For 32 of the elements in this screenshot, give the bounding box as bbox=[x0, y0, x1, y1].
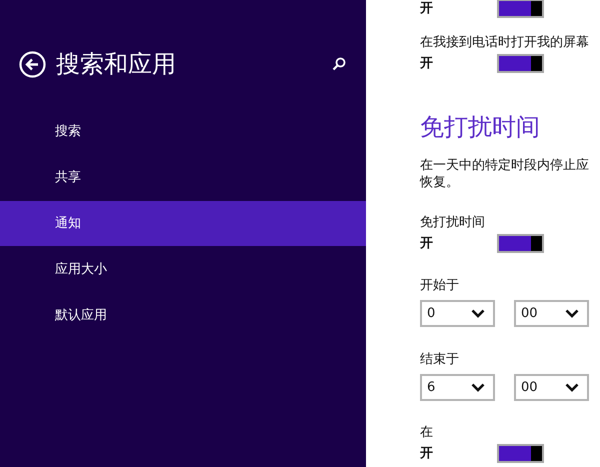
sidebar-item[interactable]: 共享 bbox=[0, 155, 366, 200]
page-title: 搜索和应用 bbox=[56, 50, 177, 78]
sidebar-item[interactable]: 应用大小 bbox=[0, 247, 366, 292]
setting-label: 在我接到电话时打开我的屏幕 bbox=[420, 34, 589, 52]
toggle-switch[interactable] bbox=[497, 0, 544, 18]
description-text: 恢复。 bbox=[420, 174, 459, 191]
search-icon[interactable] bbox=[332, 57, 346, 71]
sidebar-item[interactable]: 默认应用 bbox=[0, 293, 366, 338]
chevron-icon bbox=[471, 309, 485, 318]
setting-label: 免打扰时间 bbox=[420, 214, 485, 232]
dropdown[interactable]: 6 bbox=[420, 374, 495, 401]
dropdown[interactable]: 00 bbox=[514, 300, 589, 327]
chevron-icon bbox=[565, 309, 579, 318]
setting-label: 在 bbox=[420, 424, 433, 442]
toggle-state: 开 bbox=[420, 0, 434, 17]
chevron-icon bbox=[471, 383, 485, 392]
sidebar-item[interactable]: 通知 bbox=[0, 201, 366, 246]
toggle-switch[interactable] bbox=[497, 234, 544, 252]
setting-label: 开始于 bbox=[420, 277, 459, 295]
setting-label: 结束于 bbox=[420, 351, 459, 369]
sidebar-item[interactable]: 搜索 bbox=[0, 109, 366, 154]
toggle-state: 开 bbox=[420, 445, 434, 462]
dropdown[interactable]: 0 bbox=[420, 300, 495, 327]
toggle-state: 开 bbox=[420, 235, 434, 252]
description-text: 在一天中的特定时段内停止应 bbox=[420, 157, 589, 174]
dropdown[interactable]: 00 bbox=[514, 374, 589, 401]
toggle-switch[interactable] bbox=[497, 444, 544, 462]
back-icon[interactable] bbox=[19, 50, 46, 78]
toggle-state: 开 bbox=[420, 55, 434, 72]
chevron-icon bbox=[565, 383, 579, 392]
section-heading: 免打扰时间 bbox=[420, 112, 541, 143]
toggle-switch[interactable] bbox=[497, 54, 544, 72]
